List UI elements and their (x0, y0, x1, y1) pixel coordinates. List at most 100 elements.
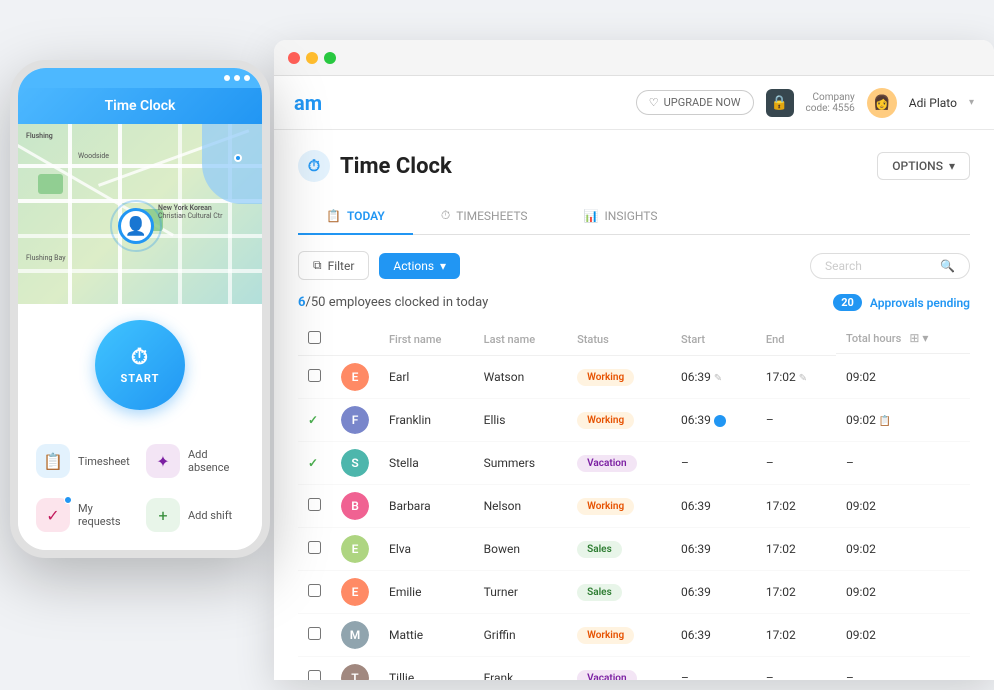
options-button[interactable]: OPTIONS ▾ (877, 152, 970, 180)
col-status: Status (567, 323, 671, 356)
actions-button[interactable]: Actions ▾ (379, 253, 460, 279)
row-last-name: Turner (474, 571, 567, 614)
row-end: – (756, 399, 836, 442)
table-row: E Elva Bowen Sales 06:39 17:02 09:02 (298, 528, 970, 571)
row-first-name: Stella (379, 442, 474, 485)
timesheet-icon: 📋 (36, 444, 70, 478)
upgrade-button[interactable]: ♡ UPGRADE NOW (636, 90, 754, 115)
row-last-name: Watson (474, 356, 567, 399)
timesheet-label: Timesheet (78, 455, 130, 468)
time-clock-icon: ⏱ (298, 150, 330, 182)
filter-button[interactable]: ⧉ Filter (298, 251, 369, 280)
row-total: 09:02 (836, 614, 970, 657)
row-last-name: Nelson (474, 485, 567, 528)
row-checkbox-cell (298, 571, 331, 614)
row-avatar-cell: E (331, 356, 379, 399)
row-total: 09:02 (836, 356, 970, 399)
row-first-name: Barbara (379, 485, 474, 528)
titlebar (274, 40, 994, 76)
filter-icon: ⧉ (313, 258, 322, 273)
row-status: Sales (567, 571, 671, 614)
phone-actions: 📋 Timesheet ✦ Add absence ✓ My requests … (18, 426, 262, 550)
app-logo: am (294, 91, 322, 115)
maximize-window-button[interactable] (324, 52, 336, 64)
user-name: Adi Plato (909, 96, 957, 110)
row-checkbox-cell: ✓ (298, 399, 331, 442)
status-badge: Sales (577, 584, 622, 601)
search-box[interactable]: Search 🔍 (810, 253, 970, 279)
row-status: Vacation (567, 657, 671, 681)
row-start: 06:39 (671, 614, 756, 657)
row-first-name: Emilie (379, 571, 474, 614)
row-total: 09:02 (836, 528, 970, 571)
row-start: 06:39 (671, 528, 756, 571)
row-checkbox[interactable] (308, 498, 321, 511)
row-end: 17:02 (756, 528, 836, 571)
row-avatar: E (341, 578, 369, 606)
row-avatar-cell: T (331, 657, 379, 681)
navigation-dot (234, 154, 242, 162)
heart-icon: ♡ (649, 96, 659, 109)
row-last-name: Ellis (474, 399, 567, 442)
row-status: Vacation (567, 442, 671, 485)
add-absence-action[interactable]: ✦ Add absence (140, 434, 250, 488)
row-checkbox[interactable] (308, 541, 321, 554)
user-avatar[interactable]: 👩 (867, 88, 897, 118)
start-button[interactable]: ⏱ START (95, 320, 185, 410)
table-row: ✓ F Franklin Ellis Working 06:39 – 09:02… (298, 399, 970, 442)
phone-map: 👤 Flushing Woodside New York Korean Chri… (18, 124, 262, 304)
row-checkbox-cell (298, 356, 331, 399)
col-total-hours: Total hours ⊞ ▾ (836, 323, 970, 354)
row-checkbox[interactable] (308, 670, 321, 680)
add-shift-action[interactable]: + Add shift (140, 488, 250, 542)
row-checkbox[interactable] (308, 584, 321, 597)
status-badge: Sales (577, 541, 622, 558)
row-status: Working (567, 485, 671, 528)
row-avatar: M (341, 621, 369, 649)
my-requests-action[interactable]: ✓ My requests (30, 488, 140, 542)
tab-insights[interactable]: 📊 INSIGHTS (556, 198, 686, 235)
row-status: Working (567, 356, 671, 399)
col-checkbox (298, 323, 331, 356)
lock-icon: 🔒 (766, 89, 794, 117)
approvals-pending[interactable]: 20 Approvals pending (833, 294, 970, 311)
grid-view-icon[interactable]: ⊞ ▾ (909, 331, 928, 345)
tab-timesheets[interactable]: ⏱ TIMESHEETS (413, 198, 556, 235)
row-status: Sales (567, 528, 671, 571)
edit-icon: ✎ (714, 373, 722, 384)
add-shift-label: Add shift (188, 509, 232, 522)
row-end: – (756, 657, 836, 681)
info-icon (714, 415, 726, 427)
row-last-name: Frank (474, 657, 567, 681)
page-title-row: ⏱ Time Clock OPTIONS ▾ (298, 150, 970, 182)
select-all-checkbox[interactable] (308, 331, 321, 344)
search-icon: 🔍 (940, 259, 955, 273)
table-header-row: First name Last name Status Start End To… (298, 323, 970, 356)
phone-mockup: Time Clock 👤 (10, 60, 295, 558)
chevron-down-icon[interactable]: ▾ (969, 97, 974, 108)
table-row: T Tillie Frank Vacation – – – (298, 657, 970, 681)
row-start: 06:39 (671, 399, 756, 442)
timesheet-action[interactable]: 📋 Timesheet (30, 434, 140, 488)
row-checkbox-cell (298, 485, 331, 528)
row-checkbox[interactable] (308, 369, 321, 382)
row-checked-icon: ✓ (308, 456, 318, 470)
wifi-icon (234, 75, 240, 81)
status-badge: Working (577, 412, 634, 429)
minimize-window-button[interactable] (306, 52, 318, 64)
phone-status-bar (18, 68, 262, 88)
notification-dot (64, 496, 72, 504)
pending-label: Approvals pending (870, 296, 970, 310)
insights-icon: 📊 (584, 209, 599, 223)
table-row: E Emilie Turner Sales 06:39 17:02 09:02 (298, 571, 970, 614)
status-badge: Vacation (577, 670, 636, 681)
controls-row: ⧉ Filter Actions ▾ Search 🔍 (298, 251, 970, 280)
header-right: ♡ UPGRADE NOW 🔒 Company code: 4556 👩 Adi… (636, 88, 974, 118)
tab-today[interactable]: 📋 TODAY (298, 198, 413, 235)
desktop-app: am ♡ UPGRADE NOW 🔒 Company code: 4556 👩 … (274, 40, 994, 680)
col-last-name: Last name (474, 323, 567, 356)
row-end: – (756, 442, 836, 485)
row-avatar-cell: E (331, 528, 379, 571)
row-checkbox[interactable] (308, 627, 321, 640)
table-row: B Barbara Nelson Working 06:39 17:02 09:… (298, 485, 970, 528)
